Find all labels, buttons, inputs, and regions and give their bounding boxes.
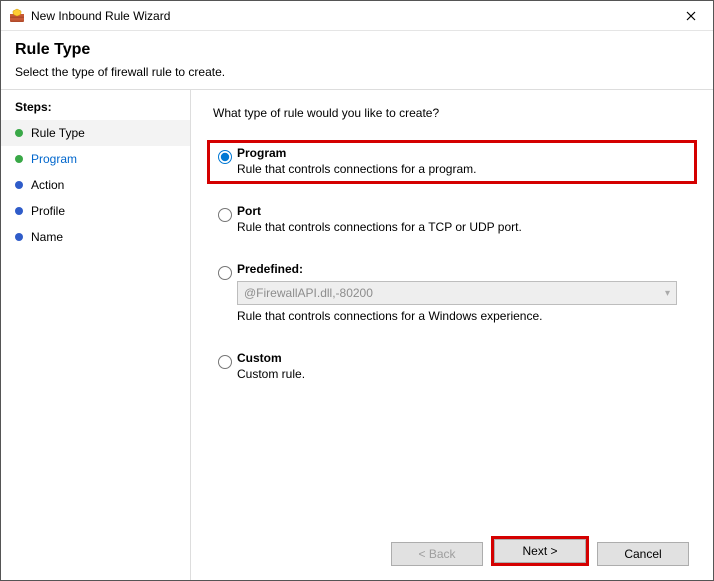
option-program[interactable]: Program Rule that controls connections f…	[207, 140, 697, 184]
step-name[interactable]: Name	[1, 224, 190, 250]
step-label: Name	[31, 228, 180, 246]
step-rule-type[interactable]: Rule Type	[1, 120, 190, 146]
wizard-main: What type of rule would you like to crea…	[191, 90, 713, 580]
window-title: New Inbound Rule Wizard	[31, 9, 668, 23]
option-program-label: Program	[237, 146, 689, 160]
rule-type-options: Program Rule that controls connections f…	[207, 140, 697, 389]
option-predefined-label: Predefined:	[237, 262, 689, 276]
step-label: Profile	[31, 202, 180, 220]
chevron-down-icon: ▾	[665, 288, 670, 299]
bullet-icon	[15, 155, 23, 163]
radio-custom[interactable]	[218, 355, 232, 369]
bullet-icon	[15, 207, 23, 215]
radio-port[interactable]	[218, 208, 232, 222]
option-port[interactable]: Port Rule that controls connections for …	[207, 198, 697, 242]
option-predefined[interactable]: Predefined: @FirewallAPI.dll,-80200 ▾ Ru…	[207, 256, 697, 331]
predefined-select[interactable]: @FirewallAPI.dll,-80200 ▾	[237, 281, 677, 305]
cancel-button[interactable]: Cancel	[597, 542, 689, 566]
page-title: Rule Type	[15, 41, 699, 59]
bullet-icon	[15, 233, 23, 241]
bullet-icon	[15, 129, 23, 137]
firewall-icon	[9, 8, 25, 24]
option-port-desc: Rule that controls connections for a TCP…	[237, 220, 689, 234]
predefined-select-value: @FirewallAPI.dll,-80200	[244, 286, 373, 300]
step-label: Action	[31, 176, 180, 194]
close-button[interactable]	[668, 1, 713, 31]
step-action[interactable]: Action	[1, 172, 190, 198]
option-program-desc: Rule that controls connections for a pro…	[237, 162, 689, 176]
step-label: Program	[31, 150, 180, 168]
next-button[interactable]: Next >	[494, 539, 586, 563]
bullet-icon	[15, 181, 23, 189]
wizard-header: Rule Type Select the type of firewall ru…	[1, 31, 713, 90]
step-program[interactable]: Program	[1, 146, 190, 172]
radio-program[interactable]	[218, 150, 232, 164]
step-profile[interactable]: Profile	[1, 198, 190, 224]
question-text: What type of rule would you like to crea…	[213, 106, 697, 120]
option-custom-label: Custom	[237, 351, 689, 365]
wizard-body: Steps: Rule Type Program Action Profile …	[1, 90, 713, 580]
steps-sidebar: Steps: Rule Type Program Action Profile …	[1, 90, 191, 580]
option-port-label: Port	[237, 204, 689, 218]
steps-title: Steps:	[1, 96, 190, 120]
back-button[interactable]: < Back	[391, 542, 483, 566]
radio-predefined[interactable]	[218, 266, 232, 280]
titlebar: New Inbound Rule Wizard	[1, 1, 713, 31]
wizard-window: New Inbound Rule Wizard Rule Type Select…	[0, 0, 714, 581]
page-subtitle: Select the type of firewall rule to crea…	[15, 65, 699, 79]
wizard-footer: < Back Next > Cancel	[207, 389, 697, 580]
option-predefined-desc: Rule that controls connections for a Win…	[237, 309, 689, 323]
option-custom[interactable]: Custom Custom rule.	[207, 345, 697, 389]
option-custom-desc: Custom rule.	[237, 367, 689, 381]
next-button-highlight: Next >	[491, 536, 589, 566]
step-label: Rule Type	[31, 124, 180, 142]
